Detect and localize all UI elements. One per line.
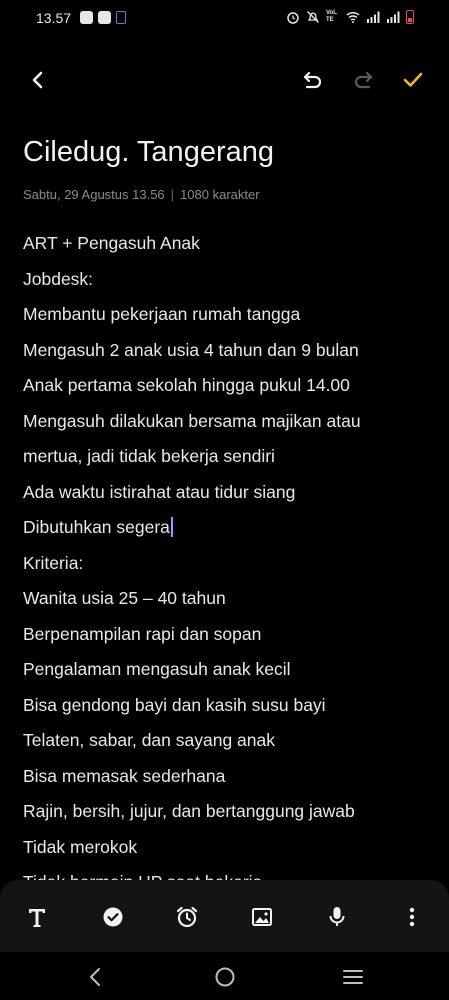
note-body-editor[interactable]: ART + Pengasuh Anak Jobdesk: Membantu pe… [23, 226, 433, 882]
note-line: Tidak merokok [23, 836, 138, 857]
status-bar: 13.57 VoLTE [0, 0, 449, 36]
note-metadata: Sabtu, 29 Agustus 13.56 | 1080 karakter [23, 187, 260, 202]
note-line: mertua, jadi tidak bekerja sendiri [23, 446, 275, 466]
system-navigation-bar [0, 952, 449, 1000]
more-vertical-icon [409, 907, 415, 927]
volte-icon: VoLTE [326, 10, 337, 23]
alarm-icon [287, 12, 299, 24]
bottom-toolbar [0, 880, 449, 952]
note-line: Berpenampilan rapi dan sopan [23, 623, 262, 644]
text-cursor [170, 517, 173, 537]
insert-image-button[interactable] [247, 902, 277, 932]
note-line: Kriteria: [23, 552, 84, 573]
text-format-button[interactable] [22, 902, 52, 932]
nav-home-icon [215, 967, 235, 987]
note-line: Ada waktu istirahat atau tidur siang [23, 481, 296, 502]
redo-icon [354, 71, 373, 89]
wifi-icon [346, 11, 360, 23]
nav-home-button[interactable] [212, 964, 238, 990]
note-line: Wanita usia 25 – 40 tahun [23, 588, 226, 608]
nav-back-button[interactable] [82, 964, 108, 990]
sim-icon [116, 11, 126, 24]
status-notification-icons [80, 11, 126, 24]
save-button[interactable] [397, 64, 429, 96]
back-arrow-icon [32, 71, 43, 89]
note-char-count: 1080 karakter [180, 187, 260, 202]
note-line-text: Dibutuhkan segera [23, 517, 170, 537]
bag-icon [98, 11, 111, 24]
redo-button[interactable] [347, 64, 379, 96]
more-options-button[interactable] [397, 902, 427, 932]
status-system-icons: VoLTE [286, 10, 414, 24]
checklist-button[interactable] [98, 902, 128, 932]
note-line: Pengalaman mengasuh anak kecil [23, 659, 291, 679]
note-line-with-cursor: Dibutuhkan segera [23, 510, 433, 546]
undo-button[interactable] [297, 64, 329, 96]
battery-icon [406, 10, 414, 24]
signal-icon-2 [387, 11, 400, 23]
note-line: Mengasuh dilakukan bersama majikan atau [23, 410, 361, 431]
microphone-icon [329, 907, 345, 926]
undo-icon [303, 71, 322, 89]
note-line: Bisa memasak sederhana [23, 765, 226, 786]
note-line: Jobdesk: [23, 268, 94, 289]
note-line: Telaten, sabar, dan sayang anak [23, 730, 275, 750]
alarm-clock-icon [176, 906, 198, 928]
nav-recents-icon [343, 970, 363, 984]
note-line: Mengasuh 2 anak usia 4 tahun dan 9 bulan [23, 339, 359, 360]
nav-back-icon [90, 968, 100, 986]
status-time: 13.57 [36, 10, 72, 26]
note-line: Rajin, bersih, jujur, dan bertanggung ja… [23, 801, 355, 821]
note-date: Sabtu, 29 Agustus 13.56 [23, 187, 165, 202]
checklist-icon [103, 907, 123, 927]
app-notification-icon [80, 11, 93, 24]
note-line: ART + Pengasuh Anak [23, 233, 200, 253]
reminder-button[interactable] [172, 902, 202, 932]
top-toolbar [0, 58, 449, 102]
note-line: Membantu pekerjaan rumah tangga [23, 304, 301, 324]
meta-separator: | [170, 187, 175, 202]
back-button[interactable] [22, 64, 54, 96]
mute-icon [307, 11, 319, 23]
text-format-icon [29, 909, 45, 927]
voice-recording-button[interactable] [322, 902, 352, 932]
note-line: Bisa gendong bayi dan kasih susu bayi [23, 694, 326, 715]
nav-recents-button[interactable] [340, 964, 366, 990]
note-title[interactable]: Ciledug. Tangerang [23, 136, 274, 169]
image-icon [252, 908, 272, 926]
note-line: Anak pertama sekolah hingga pukul 14.00 [23, 375, 350, 395]
check-icon [403, 72, 423, 87]
signal-icon [367, 11, 380, 23]
